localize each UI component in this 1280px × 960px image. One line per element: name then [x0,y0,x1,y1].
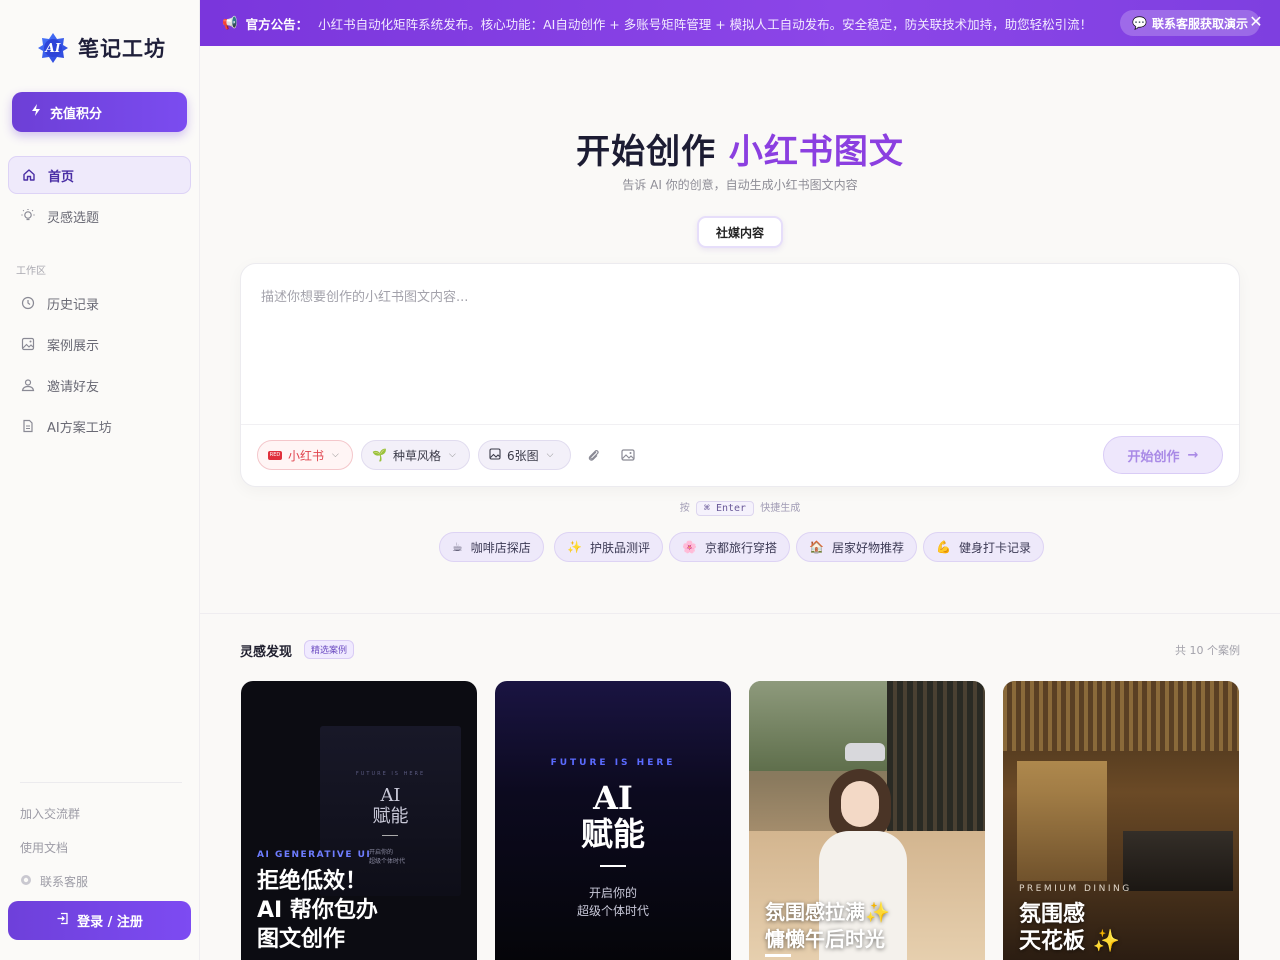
sidebar-item-cases[interactable]: 案例展示 [8,325,191,363]
clock-icon [21,296,35,310]
shortcut-key: ⌘ Enter [695,501,755,516]
sidebar-item-invite[interactable]: 邀请好友 [8,366,191,404]
blossom-icon: 🌸 [682,540,697,554]
chat-icon: 💬 [1132,16,1147,30]
join-group-link[interactable]: 加入交流群 [20,805,80,822]
home-icon [22,168,36,182]
lightbulb-icon [21,209,35,223]
discovery-title: 灵感发现 [240,645,293,660]
workspace-section-label: 工作区 [16,266,46,277]
brand-name: 笔记工坊 [78,36,166,61]
case-card[interactable]: 氛围感拉满✨ 慵懒午后时光 [749,681,985,960]
card-sub: 开启你的 超级个体时代 [576,886,649,918]
suggestion-chip[interactable]: 🌸 京都旅行穿搭 [669,532,790,562]
suggestion-chip[interactable]: 🏠 居家好物推荐 [796,532,917,562]
case-count: 共 10 个案例 [1175,644,1240,657]
sidebar-item-inspiration[interactable]: 灵感选题 [8,197,191,235]
featured-badge: 精选案例 [304,640,355,659]
person-face [841,781,879,827]
login-icon [56,912,69,929]
card-headline: AI 赋能 [580,779,645,853]
announcement-label: 官方公告： [245,16,309,32]
nav-workspace: 历史记录 案例展示 邀请好友 AI方案工坊 [8,284,191,448]
image-icon [21,337,35,351]
sidebar-item-ai-plan[interactable]: AI方案工坊 [8,407,191,445]
shortcut-hint: 按 ⌘ Enter 快捷生成 [679,501,801,516]
prompt-input[interactable]: 描述你想要创作的小红书图文内容... [261,286,468,305]
suggestion-chip[interactable]: 💪 健身打卡记录 [923,532,1044,562]
support-link[interactable]: 联系客服 [20,873,88,890]
section-divider [200,613,1280,614]
close-icon[interactable]: ✕ [1248,12,1264,31]
chevron-down-icon: ⌵ [546,450,554,460]
sidebar: AI 笔记工坊 充值积分 首页 灵感选题 工作区 历史记录 案例展示 邀请好友 … [0,0,200,960]
muscle-icon: 💪 [936,540,951,554]
card-headline: 氛围感 天花板 ✨ [1019,902,1121,954]
login-register-button[interactable]: 登录 / 注册 [8,901,191,940]
prompt-editor: 描述你想要创作的小红书图文内容... RED 小红书 ⌵ 🌱 种草风格 ⌵ 6张… [240,263,1240,487]
image-upload-icon[interactable] [620,447,636,463]
lightning-icon [30,104,42,120]
xiaohongshu-icon: RED [268,450,282,460]
support-icon [20,874,32,889]
card-eyebrow: FUTURE IS HERE [550,758,676,768]
platform-select[interactable]: RED 小红书 ⌵ [257,440,353,470]
sidebar-item-history[interactable]: 历史记录 [8,284,191,322]
card-eyebrow: AI GENERATIVE UI [257,850,372,860]
card-bg-window [887,681,985,831]
sidebar-item-home[interactable]: 首页 [8,156,191,194]
document-icon [21,419,35,433]
case-card[interactable]: FUTURE IS HERE AI 赋能 开启你的 超级个体时代 AI GENERA… [241,681,477,960]
case-card[interactable]: PREMIUM DINING 氛围感 天花板 ✨ [1003,681,1239,960]
page-subtitle: 告诉 AI 你的创意，自动生成小红书图文内容 [622,178,858,192]
image-count-select[interactable]: 6张图 ⌵ [478,440,571,470]
editor-divider [241,424,1239,425]
ai-logo-icon: AI [36,31,70,65]
nav-main: 首页 灵感选题 [8,156,191,238]
sidebar-divider [20,782,182,783]
house-icon: 🏠 [809,540,824,554]
chevron-down-icon: ⌵ [332,450,339,460]
tab-social-content[interactable]: 社媒内容 [697,216,783,248]
card-tables [1123,831,1233,891]
card-headline: 氛围感拉满✨ 慵懒午后时光 [765,900,890,951]
arrow-right-icon: → [1187,447,1199,463]
recharge-button[interactable]: 充值积分 [12,92,187,132]
chevron-down-icon: ⌵ [448,450,456,460]
start-create-button[interactable]: 开始创作 → [1103,436,1223,474]
card-headline: 拒绝低效！ AI 帮你包办 图文创作 [257,869,378,952]
style-select[interactable]: 🌱 种草风格 ⌵ [361,440,470,470]
image-icon [489,447,501,463]
suggestion-chip[interactable]: ☕ 咖啡店探店 [439,532,544,562]
brand-logo[interactable]: AI 笔记工坊 [36,30,166,66]
megaphone-icon: 📢 [222,15,238,30]
attachment-icon[interactable] [585,447,601,463]
contact-demo-button[interactable]: 💬 联系客服获取演示 [1120,10,1260,36]
announcement-text: 小红书自动化矩阵系统发布。核心功能：AI自动创作 + 多账号矩阵管理 + 模拟人… [318,16,1093,32]
sparkles-icon: ✨ [567,540,582,554]
docs-link[interactable]: 使用文档 [20,839,68,856]
suggestion-chip[interactable]: ✨ 护肤品测评 [554,532,663,562]
sprout-icon: 🌱 [372,448,387,462]
coffee-icon: ☕ [452,540,463,554]
users-icon [21,378,35,392]
card-eyebrow: PREMIUM DINING [1019,884,1132,894]
announcement-bar: 📢 官方公告： 小红书自动化矩阵系统发布。核心功能：AI自动创作 + 多账号矩阵… [200,0,1280,46]
card-screen [1017,761,1107,881]
card-ceiling [1003,681,1239,751]
car-shape [845,743,885,761]
case-card[interactable]: FUTURE IS HERE AI 赋能 开启你的 超级个体时代 [495,681,731,960]
card-inner-title: AI 赋能 [372,785,409,827]
page-title: 开始创作 小红书图文 [576,132,904,172]
